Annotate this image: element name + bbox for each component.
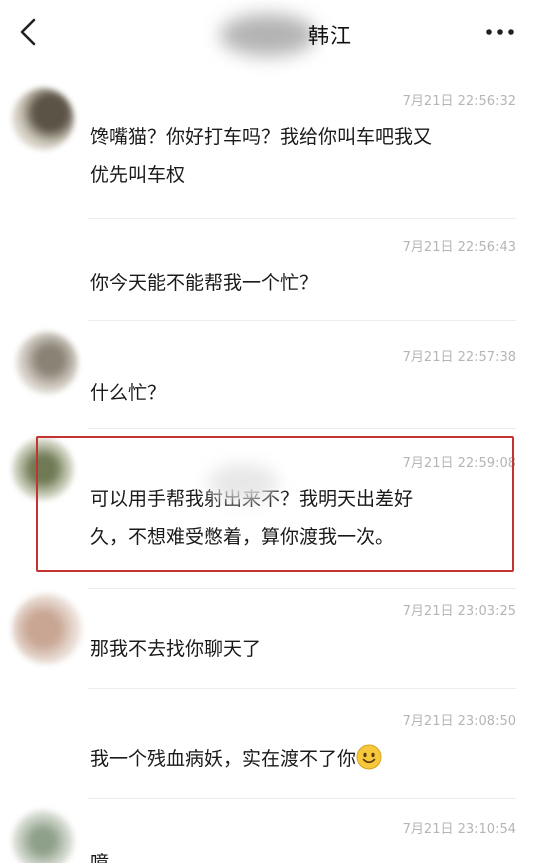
divider: [88, 320, 516, 321]
contact-name-area: 韩江: [200, 10, 380, 56]
message-line: 那我不去找你聊天了: [90, 638, 262, 660]
divider: [88, 588, 516, 589]
message-text: 你今天能不能帮我一个忙？: [90, 264, 520, 302]
message-timestamp: 7月21日 22:56:43: [402, 240, 516, 255]
message-text: 什么忙？: [90, 374, 520, 412]
message-item[interactable]: 7月21日 22:57:38 什么忙？: [0, 320, 538, 428]
message-item[interactable]: 7月21日 23:03:25 那我不去找你聊天了: [0, 588, 538, 688]
message-timestamp: 7月21日 22:57:38: [402, 350, 516, 365]
divider: [88, 798, 516, 799]
message-line: 什么忙？: [90, 382, 167, 404]
message-text: 我一个残血病妖，实在渡不了你: [90, 740, 520, 778]
divider: [88, 218, 516, 219]
smiling-face-icon: [356, 744, 382, 770]
message-line: 优先叫车权: [90, 164, 186, 186]
avatar[interactable]: [12, 810, 74, 863]
message-line: 我一个残血病妖，实在渡不了你: [90, 748, 357, 770]
avatar[interactable]: [12, 88, 74, 150]
message-item[interactable]: 7月21日 22:56:32 馋嘴猫？你好打车吗？我给你叫车吧我又 优先叫车权: [0, 78, 538, 218]
chat-header: 韩江: [0, 0, 538, 64]
message-line: 馋嘴猫？你好打车吗？我给你叫车吧我又: [90, 126, 433, 148]
divider: [88, 688, 516, 689]
message-timestamp: 7月21日 23:08:50: [402, 714, 516, 729]
more-dots-icon[interactable]: [484, 20, 516, 44]
highlight-box: [36, 436, 514, 572]
message-line: 噫: [90, 852, 110, 863]
message-item[interactable]: 7月21日 22:56:43 你今天能不能帮我一个忙？: [0, 218, 538, 320]
message-item[interactable]: 7月21日 23:10:54 噫: [0, 798, 538, 863]
avatar[interactable]: [16, 332, 78, 394]
message-timestamp: 7月21日 23:10:54: [402, 822, 516, 837]
message-text: 那我不去找你聊天了: [90, 630, 520, 668]
message-text: 馋嘴猫？你好打车吗？我给你叫车吧我又 优先叫车权: [90, 118, 520, 194]
avatar[interactable]: [12, 594, 82, 664]
divider: [88, 428, 516, 429]
message-timestamp: 7月21日 22:56:32: [402, 94, 516, 109]
message-timestamp: 7月21日 23:03:25: [402, 604, 516, 619]
message-text: 噫: [90, 844, 520, 863]
message-item[interactable]: 7月21日 23:08:50 我一个残血病妖，实在渡不了你: [0, 688, 538, 798]
message-line: 你今天能不能帮我一个忙？: [90, 272, 319, 294]
redacted-name-blur: [220, 14, 316, 56]
chevron-left-icon[interactable]: [14, 14, 44, 50]
contact-name: 韩江: [308, 24, 352, 48]
